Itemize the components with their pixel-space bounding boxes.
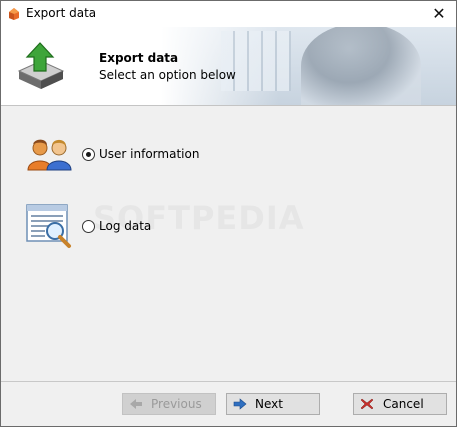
users-icon xyxy=(27,139,72,171)
header-banner-image xyxy=(161,27,456,105)
option-user-information[interactable]: User information xyxy=(25,136,225,176)
app-icon xyxy=(9,8,19,20)
header-title: Export data xyxy=(99,51,179,65)
close-button[interactable]: ✕ xyxy=(422,1,456,27)
cancel-x-icon xyxy=(360,398,374,410)
export-dialog: Export data ✕ Export data Select an opti… xyxy=(0,0,457,427)
user-information-label[interactable]: User information xyxy=(99,147,199,161)
window-title: Export data xyxy=(26,6,97,20)
previous-button[interactable]: Previous xyxy=(122,393,216,415)
arrow-right-icon xyxy=(233,398,247,410)
close-icon: ✕ xyxy=(432,4,446,23)
cancel-button[interactable]: Cancel xyxy=(353,393,447,415)
arrow-left-icon xyxy=(130,399,142,409)
export-icon xyxy=(17,42,65,89)
header-subtitle: Select an option below xyxy=(99,68,236,82)
next-button[interactable]: Next xyxy=(226,393,320,415)
title-bar: Export data ✕ xyxy=(1,1,456,27)
next-button-label: Next xyxy=(255,397,283,411)
wizard-header: Export data Select an option below xyxy=(1,27,456,106)
previous-button-label: Previous xyxy=(151,397,202,411)
user-information-radio[interactable] xyxy=(82,148,95,161)
log-data-radio[interactable] xyxy=(82,220,95,233)
cancel-button-label: Cancel xyxy=(383,397,424,411)
footer-divider xyxy=(1,381,456,382)
log-search-icon xyxy=(26,204,71,248)
option-log-data[interactable]: Log data xyxy=(25,203,225,248)
log-data-label[interactable]: Log data xyxy=(99,219,151,233)
